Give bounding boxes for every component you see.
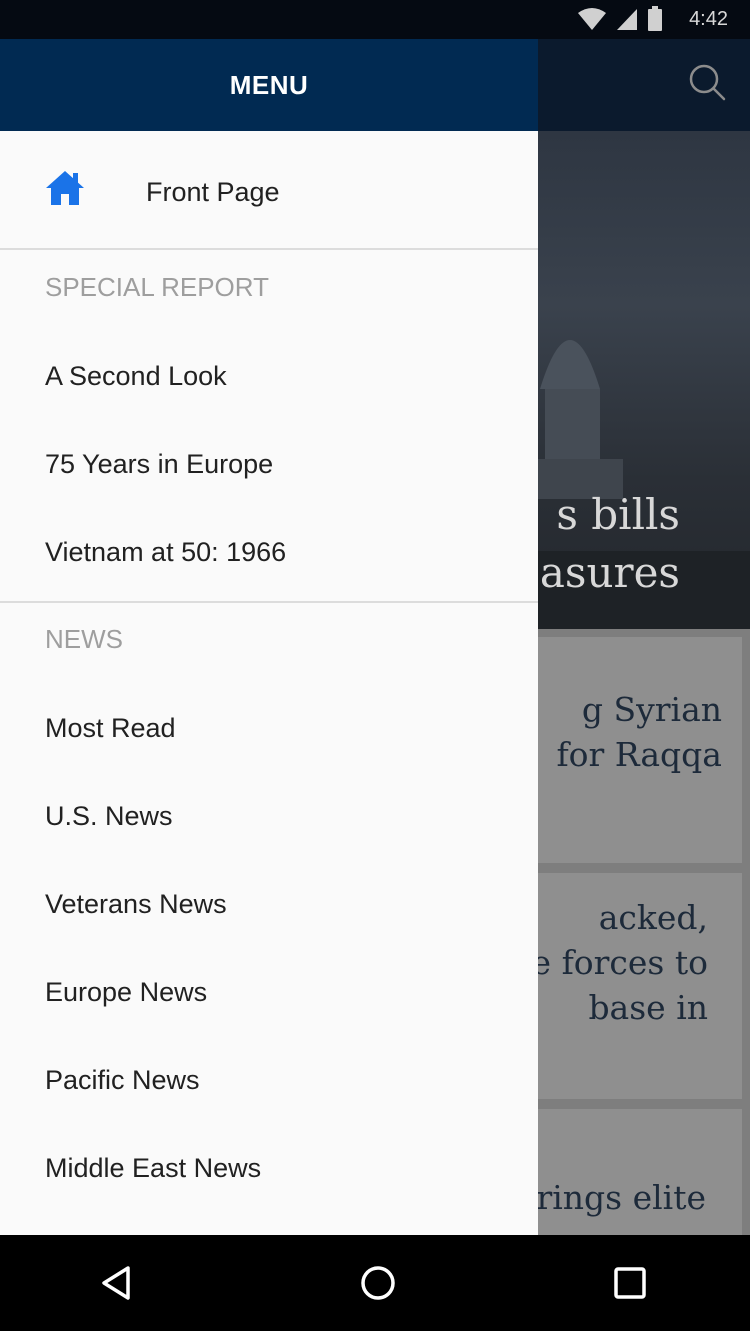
wifi-icon — [578, 8, 607, 30]
back-icon[interactable] — [98, 1263, 138, 1303]
menu-item-label: A Second Look — [45, 361, 227, 391]
menu-item-vietnam-at-50[interactable]: Vietnam at 50: 1966 — [0, 513, 538, 601]
section-header-news: NEWS — [45, 624, 123, 654]
menu-item-75-years-in-europe[interactable]: 75 Years in Europe — [0, 425, 538, 513]
menu-item-middle-east-news[interactable]: Middle East News — [0, 1129, 538, 1217]
drawer-header: MENU — [0, 39, 538, 131]
front-page-label: Front Page — [146, 177, 280, 207]
menu-item-most-read[interactable]: Most Read — [0, 689, 538, 777]
menu-item-label: Pacific News — [45, 1065, 200, 1095]
menu-item-label: 75 Years in Europe — [45, 449, 274, 479]
menu-item-a-second-look[interactable]: A Second Look — [0, 337, 538, 425]
menu-item-label: Middle East News — [45, 1153, 262, 1183]
menu-item-label: U.S. News — [45, 801, 173, 831]
menu-item-europe-news[interactable]: Europe News — [0, 953, 538, 1041]
section-header-special-report: SPECIAL REPORT — [45, 272, 269, 302]
search-icon[interactable] — [686, 61, 730, 105]
recents-icon[interactable] — [610, 1263, 650, 1303]
status-bar: 4:42 — [0, 0, 750, 39]
menu-item-label: Veterans News — [45, 889, 227, 919]
home-circle-icon[interactable] — [358, 1263, 398, 1303]
menu-item-us-news[interactable]: U.S. News — [0, 777, 538, 865]
navigation-drawer: MENU Front Page SPECIAL REPORT A Second … — [0, 39, 538, 1235]
menu-item-label: Vietnam at 50: 1966 — [45, 537, 287, 567]
card-headline: g Syrian for Raqqa — [556, 690, 722, 774]
menu-item-label: Most Read — [45, 713, 176, 743]
card-headline: acked, e forces to base in — [531, 898, 708, 1027]
home-icon — [46, 171, 84, 205]
status-time: 4:42 — [689, 7, 728, 30]
battery-icon — [648, 6, 663, 31]
system-nav-bar — [0, 1235, 750, 1331]
card-headline: rings elite — [536, 1178, 706, 1217]
divider — [0, 248, 538, 250]
divider — [0, 601, 538, 603]
cell-signal-icon — [617, 9, 638, 30]
drawer-title: MENU — [229, 69, 309, 100]
menu-item-front-page[interactable]: Front Page — [0, 131, 538, 248]
status-icons: 4:42 — [577, 6, 728, 32]
menu-item-label: Europe News — [45, 977, 208, 1007]
menu-item-pacific-news[interactable]: Pacific News — [0, 1041, 538, 1129]
menu-item-veterans-news[interactable]: Veterans News — [0, 865, 538, 953]
